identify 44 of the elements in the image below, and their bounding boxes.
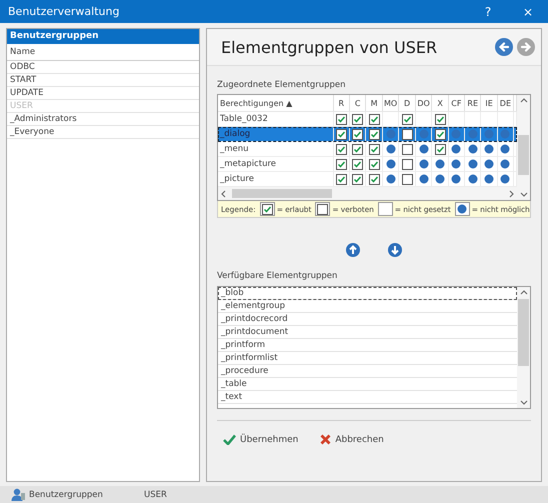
list-item[interactable]: _table	[218, 378, 517, 391]
close-button[interactable]: ×	[516, 4, 540, 18]
selected-row[interactable]: _dialog	[218, 126, 516, 142]
panel-header: Benutzergruppen	[7, 29, 199, 44]
group-item[interactable]: ODBC	[7, 61, 199, 74]
row-label[interactable]: _dialog	[220, 129, 250, 139]
column-header[interactable]: C	[349, 95, 366, 112]
help-button[interactable]: ?	[476, 4, 500, 18]
group-item[interactable]: _Everyone	[7, 126, 199, 139]
list-item[interactable]: _elementgroup	[218, 300, 517, 313]
column-header[interactable]: Name	[7, 44, 199, 61]
column-header[interactable]: X	[432, 95, 448, 112]
list-item[interactable]: _printdocrecord	[218, 313, 517, 326]
column-header[interactable]: CF	[448, 95, 465, 112]
list-item[interactable]: _text	[218, 391, 517, 404]
status-text: USER	[144, 490, 167, 500]
column-header[interactable]: DO	[415, 95, 432, 112]
cancel-button[interactable]: Abbrechen	[318, 432, 386, 447]
window-title: Benutzerverwaltung	[8, 5, 120, 18]
list-item[interactable]: _blob	[218, 287, 517, 300]
column-header[interactable]: IE	[480, 95, 498, 112]
list-item[interactable]: _procedure	[218, 365, 517, 378]
row-label[interactable]: _menu	[220, 144, 249, 154]
page-title: Elementgruppen von USER	[221, 38, 438, 56]
column-header[interactable]: RE	[464, 95, 481, 112]
group-item[interactable]: UPDATE	[7, 87, 199, 100]
list-item[interactable]: _printformlist	[218, 352, 517, 365]
column-header[interactable]: MO	[382, 95, 399, 112]
row-label[interactable]: Table_0032	[220, 114, 268, 124]
status-text: Benutzergruppen	[29, 490, 104, 500]
group-item[interactable]: _Administrators	[7, 113, 199, 126]
column-header[interactable]: D	[398, 95, 416, 112]
row-label[interactable]: _picture	[220, 174, 254, 184]
column-header[interactable]: M	[366, 95, 382, 112]
section-label: Zugeordnete Elementgruppen	[217, 80, 347, 92]
column-header[interactable]: DE	[497, 95, 514, 112]
section-label: Verfügbare Elementgruppen	[217, 271, 338, 283]
column-header[interactable]: Berechtigungen ▲	[218, 95, 334, 112]
apply-button[interactable]: Übernehmen	[221, 432, 300, 447]
list-item[interactable]: _printdocument	[218, 326, 517, 339]
row-label[interactable]: _metapicture	[220, 159, 276, 169]
list-item[interactable]: _printform	[218, 339, 517, 352]
column-header[interactable]: R	[333, 95, 350, 112]
group-item[interactable]: START	[7, 74, 199, 87]
